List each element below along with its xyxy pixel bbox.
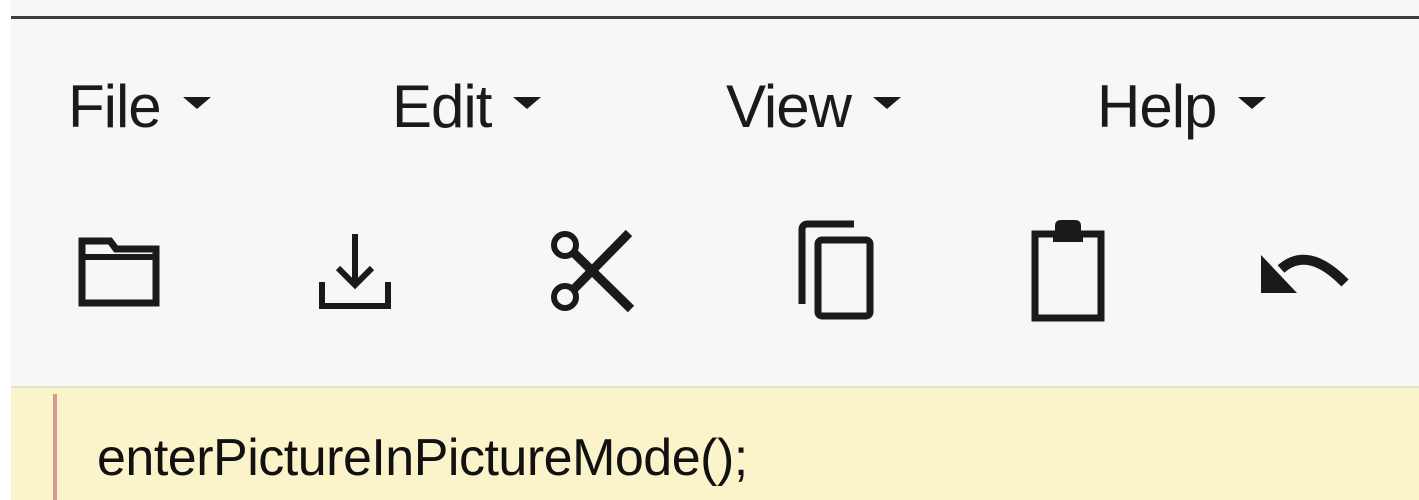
copy-icon [798,220,874,320]
menu-file-label: File [68,72,162,140]
clipboard-icon [1031,220,1105,322]
folder-icon [78,237,160,307]
caret-down-icon [872,97,901,109]
caret-down-icon [513,97,542,109]
open-button[interactable] [64,216,174,326]
scissors-icon [551,229,635,313]
undo-icon [1261,254,1349,293]
menu-bar: File Edit View Help [11,19,1419,189]
menu-view-label: View [726,72,852,140]
menu-edit[interactable]: Edit [392,71,542,141]
menu-help-label: Help [1097,72,1217,140]
gutter-marker [53,394,57,500]
caret-down-icon [1238,97,1267,109]
caret-down-icon [182,97,211,109]
menu-edit-label: Edit [392,72,492,140]
undo-button[interactable] [1248,216,1358,326]
toolbar [11,196,1419,386]
save-button[interactable] [300,216,410,326]
code-line[interactable]: enterPictureInPictureMode(); [97,428,748,488]
cut-button[interactable] [536,216,646,326]
menu-view[interactable]: View [726,71,901,141]
download-icon [319,234,391,309]
menu-file[interactable]: File [68,71,211,141]
code-editor-highlighted-line[interactable]: enterPictureInPictureMode(); [11,386,1419,500]
editor-window: File Edit View Help enterPictureInPictur… [11,0,1419,500]
menu-help[interactable]: Help [1097,71,1267,141]
copy-button[interactable] [777,216,887,326]
paste-button[interactable] [1013,216,1123,326]
